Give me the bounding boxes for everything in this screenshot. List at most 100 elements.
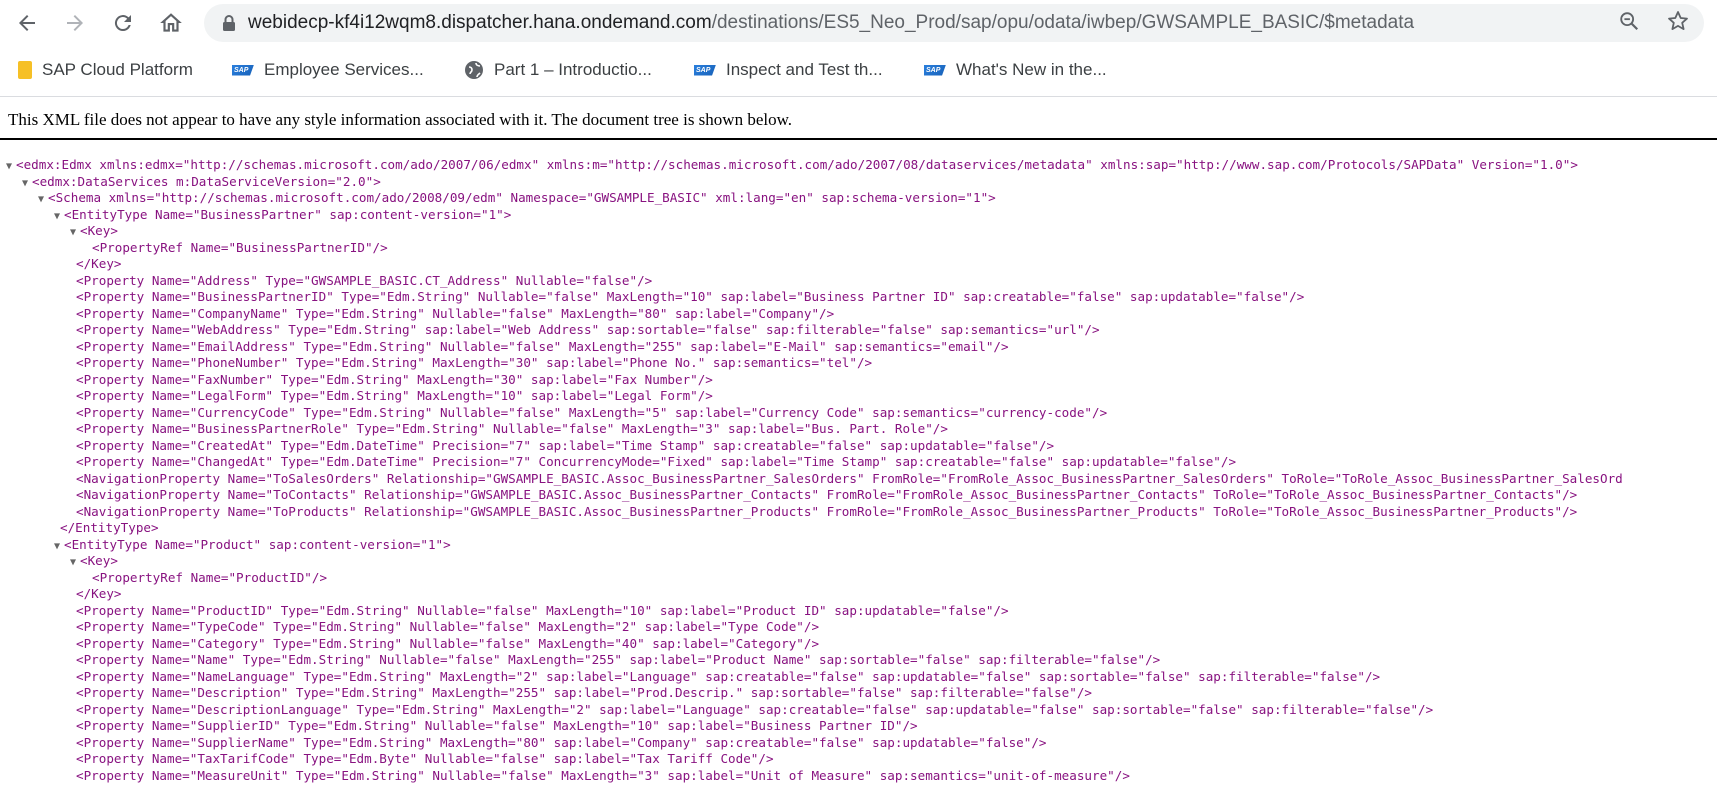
back-arrow-icon [19, 15, 35, 31]
xml-line-text: <EntityType Name="BusinessPartner" sap:c… [64, 206, 512, 222]
collapse-triangle-icon[interactable]: ▼ [38, 192, 48, 209]
collapse-triangle-icon[interactable]: ▼ [22, 176, 32, 193]
xml-line-text: <NavigationProperty Name="ToProducts" Re… [76, 503, 1578, 519]
bookmark-label: What's New in the... [956, 60, 1107, 79]
xml-line: <Property Name="CurrencyCode" Type="Edm.… [6, 405, 1717, 422]
collapse-triangle-icon[interactable]: ▼ [54, 539, 64, 556]
xml-line: ▼ <edmx:Edmx xmlns:edmx="http://schemas.m… [6, 157, 1717, 174]
bookmark-part-1-introduction[interactable]: Part 1 – Introductio... [464, 60, 652, 80]
xml-line: <Property Name="Address" Type="GWSAMPLE_… [6, 273, 1717, 290]
back-button[interactable] [12, 8, 42, 38]
xml-line-text: <Property Name="Description" Type="Edm.S… [76, 685, 1092, 700]
bookmark-star-icon[interactable] [1666, 9, 1690, 38]
xml-line-text: <Property Name="MeasureUnit" Type="Edm.S… [76, 767, 1130, 783]
forward-button[interactable] [60, 8, 90, 38]
collapse-triangle-icon[interactable]: ▼ [70, 225, 80, 242]
xml-line-text: <Property Name="ChangedAt" Type="Edm.Dat… [76, 454, 1237, 469]
bookmark-whats-new[interactable]: SAP What's New in the... [924, 60, 1107, 80]
xml-line-text: </EntityType> [60, 520, 159, 535]
xml-line: <Property Name="SupplierID" Type="Edm.St… [6, 718, 1717, 735]
xml-line-text: <Property Name="SupplierName" Type="Edm.… [76, 734, 1047, 750]
xml-line-text: <Property Name="CreatedAt" Type="Edm.Dat… [76, 437, 1055, 453]
xml-line-text: <PropertyRef Name="BusinessPartnerID"/> [92, 239, 388, 255]
bookmark-sap-cloud-platform[interactable]: SAP Cloud Platform [18, 60, 193, 80]
xml-line-text: <Property Name="ProductID" Type="Edm.Str… [76, 602, 1009, 618]
xml-line-text: <Key> [80, 223, 118, 238]
xml-line: ▼ <Key> [6, 553, 1717, 570]
xml-line-text: <NavigationProperty Name="ToSalesOrders"… [76, 470, 1623, 486]
xml-line-text: <Property Name="TypeCode" Type="Edm.Stri… [76, 619, 820, 634]
xml-line: <Property Name="CreatedAt" Type="Edm.Dat… [6, 438, 1717, 455]
collapse-triangle-icon[interactable]: ▼ [6, 159, 16, 176]
xml-line-text: <Key> [80, 553, 118, 568]
sap-logo-icon: SAP [232, 64, 254, 76]
xml-line: ▼ <EntityType Name="Product" sap:content-… [6, 537, 1717, 554]
home-button[interactable] [156, 8, 186, 38]
xml-line: <NavigationProperty Name="ToContacts" Re… [6, 487, 1717, 504]
chrome-divider [0, 96, 1717, 97]
xml-line-text: <Property Name="Category" Type="Edm.Stri… [76, 635, 820, 651]
url-path: /destinations/ES5_Neo_Prod/sap/opu/odata… [711, 12, 1415, 33]
address-bar[interactable]: webidecp-kf4i12wqm8.dispatcher.hana.onde… [204, 4, 1704, 42]
xml-line-text: <Property Name="WebAddress" Type="Edm.St… [76, 322, 1100, 337]
xml-line-text: <Schema xmlns="http://schemas.microsoft.… [48, 190, 996, 205]
xml-document-tree: ▼ <edmx:Edmx xmlns:edmx="http://schemas.m… [6, 157, 1717, 784]
xml-line: ▼ <EntityType Name="BusinessPartner" sap:… [6, 207, 1717, 224]
bookmark-label: Part 1 – Introductio... [494, 60, 652, 79]
forward-arrow-icon [67, 15, 83, 31]
xml-line: <Property Name="ProductID" Type="Edm.Str… [6, 603, 1717, 620]
xml-line-text: <Property Name="SupplierID" Type="Edm.St… [76, 718, 918, 733]
xml-line-text: <EntityType Name="Product" sap:content-v… [64, 536, 451, 552]
url-host: webidecp-kf4i12wqm8.dispatcher.hana.onde… [248, 12, 712, 33]
xml-line: <Property Name="LegalForm" Type="Edm.Str… [6, 388, 1717, 405]
folder-icon [18, 61, 32, 79]
xml-line: <Property Name="Name" Type="Edm.String" … [6, 652, 1717, 669]
notice-separator [0, 138, 1717, 140]
xml-line-text: </Key> [76, 586, 122, 601]
xml-line: ▼ <edmx:DataServices m:DataServiceVersion… [6, 174, 1717, 191]
xml-line: <Property Name="ChangedAt" Type="Edm.Dat… [6, 454, 1717, 471]
reload-icon [114, 15, 131, 32]
zoom-icon[interactable] [1618, 10, 1640, 37]
xml-line: </Key> [6, 256, 1717, 273]
bookmark-employee-services[interactable]: SAP Employee Services... [232, 60, 424, 80]
sap-logo-icon: SAP [694, 64, 716, 76]
xml-line: <Property Name="TypeCode" Type="Edm.Stri… [6, 619, 1717, 636]
home-icon [160, 13, 182, 32]
bookmark-label: SAP Cloud Platform [42, 60, 193, 79]
xml-line-text: <Property Name="DescriptionLanguage" Typ… [76, 701, 1434, 717]
xml-line-text: <NavigationProperty Name="ToContacts" Re… [76, 487, 1578, 502]
xml-line-text: <Property Name="BusinessPartnerRole" Typ… [76, 421, 948, 436]
xml-line: <Property Name="NameLanguage" Type="Edm.… [6, 669, 1717, 686]
xml-line-text: <Property Name="EmailAddress" Type="Edm.… [76, 338, 1009, 354]
collapse-triangle-icon[interactable]: ▼ [70, 555, 80, 572]
browser-toolbar: webidecp-kf4i12wqm8.dispatcher.hana.onde… [0, 0, 1717, 46]
xml-line: </EntityType> [6, 520, 1717, 537]
xml-line: ▼ <Key> [6, 223, 1717, 240]
bookmark-label: Inspect and Test th... [726, 60, 883, 79]
xml-line: <Property Name="Description" Type="Edm.S… [6, 685, 1717, 702]
xml-line: <Property Name="DescriptionLanguage" Typ… [6, 702, 1717, 719]
reload-button[interactable] [108, 8, 138, 38]
globe-icon [464, 60, 484, 80]
xml-line: <Property Name="Category" Type="Edm.Stri… [6, 636, 1717, 653]
xml-line-text: <PropertyRef Name="ProductID"/> [92, 569, 328, 585]
bookmark-inspect-and-test[interactable]: SAP Inspect and Test th... [694, 60, 883, 80]
collapse-triangle-icon[interactable]: ▼ [54, 209, 64, 226]
xml-line-text: </Key> [76, 256, 122, 271]
xml-line-text: <Property Name="Name" Type="Edm.String" … [76, 652, 1161, 667]
xml-line: <NavigationProperty Name="ToSalesOrders"… [6, 471, 1717, 488]
xml-line: <Property Name="WebAddress" Type="Edm.St… [6, 322, 1717, 339]
xml-line: <NavigationProperty Name="ToProducts" Re… [6, 504, 1717, 521]
xml-line: <Property Name="FaxNumber" Type="Edm.Str… [6, 372, 1717, 389]
xml-line: <Property Name="PhoneNumber" Type="Edm.S… [6, 355, 1717, 372]
xml-line: <Property Name="BusinessPartnerRole" Typ… [6, 421, 1717, 438]
xml-line-text: <Property Name="FaxNumber" Type="Edm.Str… [76, 371, 713, 387]
xml-style-notice: This XML file does not appear to have an… [8, 110, 793, 129]
xml-line-text: <Property Name="TaxTarifCode" Type="Edm.… [76, 751, 774, 766]
bookmarks-bar: SAP Cloud Platform SAP Employee Services… [0, 50, 1717, 90]
xml-line-text: <Property Name="PhoneNumber" Type="Edm.S… [76, 355, 873, 370]
xml-line: </Key> [6, 586, 1717, 603]
xml-line: <Property Name="MeasureUnit" Type="Edm.S… [6, 768, 1717, 785]
lock-icon [222, 14, 236, 32]
